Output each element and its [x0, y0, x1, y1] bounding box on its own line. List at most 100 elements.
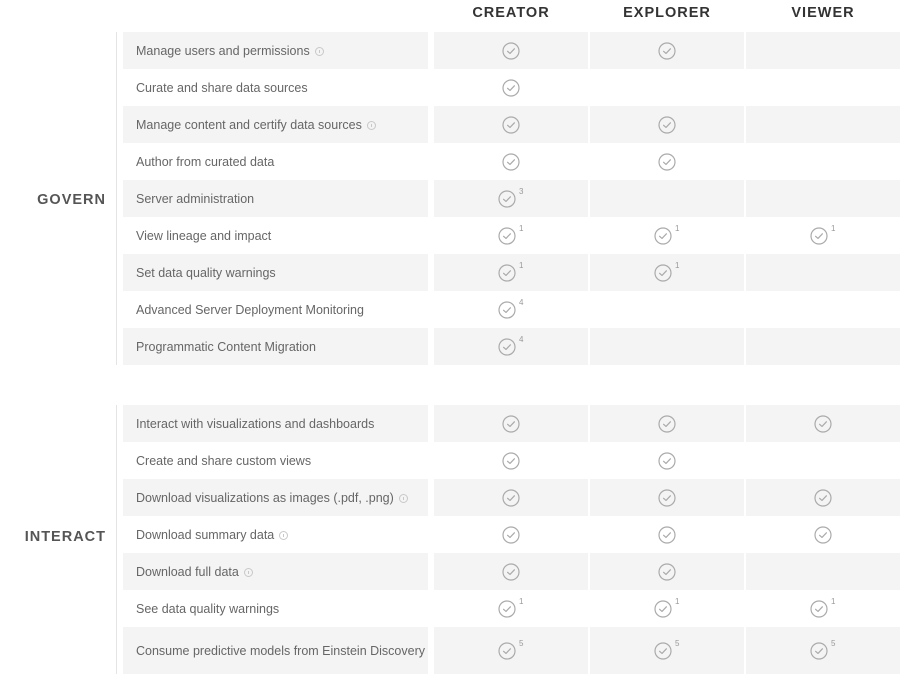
feature-label: Download summary data	[136, 527, 275, 542]
info-icon[interactable]	[366, 121, 376, 130]
feature-cell: Interact with visualizations and dashboa…	[123, 405, 428, 442]
table-row: Curate and share data sources	[123, 69, 901, 106]
check-circle-icon	[814, 414, 832, 433]
creator-cell	[434, 553, 588, 590]
feature-label: Curate and share data sources	[136, 80, 308, 95]
viewer-cell	[746, 143, 900, 180]
footnote-marker[interactable]: 5	[831, 639, 835, 648]
feature-label: Set data quality warnings	[136, 265, 276, 280]
check-circle-icon: 1	[810, 597, 835, 618]
viewer-cell	[746, 328, 900, 365]
creator-cell	[434, 106, 588, 143]
feature-label: Manage content and certify data sources	[136, 117, 362, 132]
feature-label: Create and share custom views	[136, 453, 312, 468]
check-circle-icon	[502, 414, 520, 433]
footnote-marker[interactable]: 1	[519, 224, 523, 233]
feature-label: View lineage and impact	[136, 228, 272, 243]
section-divider	[116, 32, 117, 365]
creator-cell: 4	[434, 328, 588, 365]
check-circle-icon: 1	[810, 224, 835, 245]
feature-label: Consume predictive models from Einstein …	[136, 643, 425, 658]
viewer-cell: 1	[746, 590, 900, 627]
table-row: Download summary data	[123, 516, 901, 553]
viewer-cell: 1	[746, 217, 900, 254]
footnote-marker[interactable]: 1	[675, 261, 679, 270]
viewer-cell	[746, 106, 900, 143]
feature-label: Advanced Server Deployment Monitoring	[136, 302, 364, 317]
explorer-cell	[590, 106, 744, 143]
section-govern: GOVERN Manage users and permissions Curate…	[0, 32, 913, 365]
check-circle-icon: 4	[498, 298, 523, 319]
footnote-marker[interactable]: 1	[675, 597, 679, 606]
explorer-cell	[590, 553, 744, 590]
feature-label: See data quality warnings	[136, 601, 280, 616]
footnote-marker[interactable]: 1	[519, 261, 523, 270]
feature-cell: Manage users and permissions	[123, 32, 428, 69]
explorer-cell	[590, 32, 744, 69]
table-row: Programmatic Content Migration 4	[123, 328, 901, 365]
creator-cell	[434, 516, 588, 553]
viewer-cell	[746, 69, 900, 106]
check-circle-icon	[502, 115, 520, 134]
table-row: Interact with visualizations and dashboa…	[123, 405, 901, 442]
table-row: Download full data	[123, 553, 901, 590]
feature-cell: Download summary data	[123, 516, 428, 553]
check-circle-icon	[658, 41, 676, 60]
footnote-marker[interactable]: 4	[519, 335, 523, 344]
explorer-cell	[590, 143, 744, 180]
feature-cell: Author from curated data	[123, 143, 428, 180]
footnote-marker[interactable]: 3	[519, 187, 523, 196]
viewer-cell: 5	[746, 627, 900, 674]
feature-cell: Curate and share data sources	[123, 69, 428, 106]
footnote-marker[interactable]: 5	[675, 639, 679, 648]
section-label: INTERACT	[24, 529, 106, 545]
check-circle-icon	[658, 414, 676, 433]
footnote-marker[interactable]: 1	[831, 597, 835, 606]
explorer-cell	[590, 442, 744, 479]
feature-cell: Programmatic Content Migration	[123, 328, 428, 365]
check-circle-icon: 1	[654, 224, 679, 245]
footnote-marker[interactable]: 1	[519, 597, 523, 606]
feature-cell: Set data quality warnings	[123, 254, 428, 291]
check-circle-icon: 5	[498, 639, 523, 660]
explorer-cell	[590, 405, 744, 442]
check-circle-icon	[658, 115, 676, 134]
section-label: GOVERN	[37, 192, 106, 208]
info-icon[interactable]	[314, 47, 324, 56]
check-circle-icon	[658, 525, 676, 544]
feature-label: Download full data	[136, 564, 239, 579]
check-circle-icon: 1	[654, 261, 679, 282]
feature-cell: Manage content and certify data sources	[123, 106, 428, 143]
viewer-cell	[746, 553, 900, 590]
feature-cell: Advanced Server Deployment Monitoring	[123, 291, 428, 328]
check-circle-icon: 1	[498, 224, 523, 245]
column-header-explorer: EXPLORER	[623, 5, 711, 21]
footnote-marker[interactable]: 4	[519, 298, 523, 307]
creator-cell	[434, 442, 588, 479]
footnote-marker[interactable]: 1	[831, 224, 835, 233]
footnote-marker[interactable]: 5	[519, 639, 523, 648]
explorer-cell	[590, 69, 744, 106]
table-row: Author from curated data	[123, 143, 901, 180]
info-icon[interactable]	[243, 568, 253, 577]
table-header: CREATOR EXPLORER VIEWER	[0, 0, 913, 30]
table-row: Advanced Server Deployment Monitoring 4	[123, 291, 901, 328]
column-header-viewer: VIEWER	[791, 5, 855, 21]
column-header-creator: CREATOR	[472, 5, 550, 21]
feature-cell: Create and share custom views	[123, 442, 428, 479]
creator-cell	[434, 143, 588, 180]
footnote-marker[interactable]: 1	[675, 224, 679, 233]
feature-label: Server administration	[136, 191, 255, 206]
info-icon[interactable]	[398, 494, 408, 503]
section-divider	[116, 405, 117, 674]
check-circle-icon	[502, 451, 520, 470]
check-circle-icon	[502, 562, 520, 581]
creator-cell: 4	[434, 291, 588, 328]
table-row: Download visualizations as images (.pdf,…	[123, 479, 901, 516]
viewer-cell	[746, 254, 900, 291]
explorer-cell: 1	[590, 590, 744, 627]
table-row: Set data quality warnings 1 1	[123, 254, 901, 291]
info-icon[interactable]	[279, 531, 289, 540]
feature-cell: Download full data	[123, 553, 428, 590]
explorer-cell	[590, 516, 744, 553]
